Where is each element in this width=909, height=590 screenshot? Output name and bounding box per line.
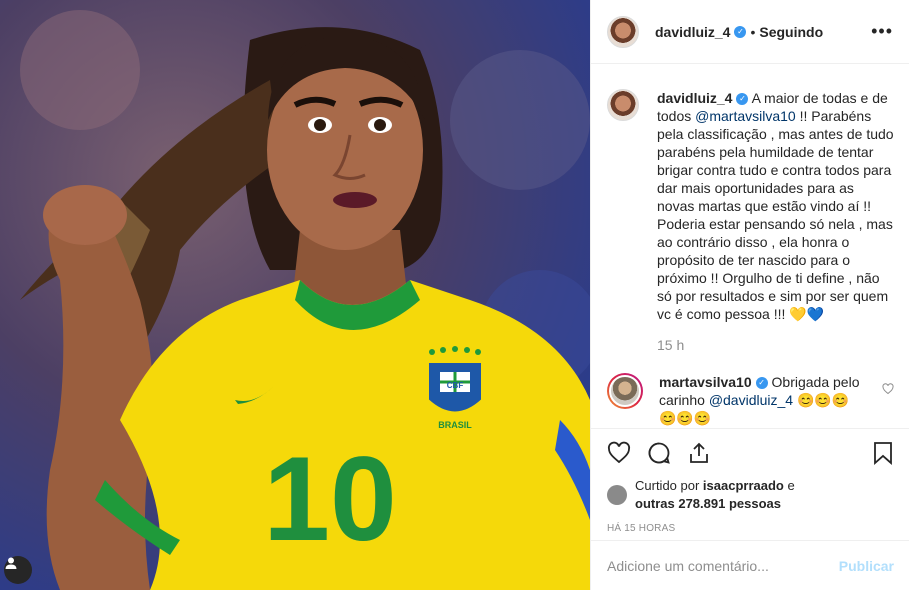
- comment-bubble-icon[interactable]: [647, 441, 671, 465]
- publish-button[interactable]: Publicar: [839, 558, 894, 574]
- caption-comment: davidluiz_4 ✓ A maior de todas e de todos…: [607, 89, 894, 323]
- bookmark-icon[interactable]: [872, 441, 894, 465]
- reply-mention-link[interactable]: @davidluiz_4: [709, 392, 793, 408]
- caption-mention-link[interactable]: @martavsilva10: [695, 108, 796, 124]
- separator-dot: •: [750, 23, 756, 40]
- ellipsis-icon[interactable]: •••: [871, 21, 893, 42]
- post-details-panel: davidluiz_4 ✓ • Seguindo ••• davidluiz_4…: [590, 0, 909, 590]
- crest-text: CBF: [447, 381, 464, 390]
- reply-username[interactable]: martavsilva10: [659, 374, 752, 390]
- likes-summary: Curtido por isaacprraado e outras 278.89…: [607, 477, 894, 513]
- post-photo[interactable]: CBF BRASIL 10: [0, 0, 590, 590]
- caption-text-2: !! Parabéns pela classificação , mas ant…: [657, 108, 894, 322]
- comments-section[interactable]: davidluiz_4 ✓ A maior de todas e de todos…: [591, 65, 909, 427]
- likes-middle: e: [783, 478, 795, 493]
- reply-avatar[interactable]: [607, 373, 643, 409]
- verified-badge-icon: ✓: [755, 377, 768, 390]
- post-time-ago[interactable]: HÁ 15 HORAS: [607, 523, 894, 534]
- verified-badge-icon: ✓: [736, 93, 749, 106]
- like-heart-icon[interactable]: [607, 441, 631, 465]
- share-icon[interactable]: [687, 441, 711, 465]
- likes-others-link[interactable]: outras 278.891 pessoas: [635, 496, 781, 511]
- likes-text: Curtido por isaacprraado e outras 278.89…: [635, 477, 795, 513]
- verified-badge-icon: ✓: [734, 25, 747, 38]
- add-comment-bar: Publicar: [591, 540, 909, 590]
- tagged-user-icon[interactable]: [4, 556, 32, 584]
- reply-comment: martavsilva10 ✓ Obrigada pelo carinho @da…: [607, 373, 894, 427]
- crest-label: BRASIL: [438, 420, 472, 430]
- person-icon: [5, 557, 17, 569]
- player-illustration: CBF BRASIL 10: [0, 0, 590, 590]
- comment-input[interactable]: [607, 557, 831, 574]
- post-header: davidluiz_4 ✓ • Seguindo •••: [591, 0, 909, 64]
- following-button[interactable]: Seguindo: [759, 24, 823, 40]
- jersey-number: 10: [263, 432, 396, 566]
- liker-username[interactable]: isaacprraado: [703, 478, 784, 493]
- caption-body: davidluiz_4 ✓ A maior de todas e de todos…: [657, 89, 894, 323]
- action-icons: [607, 439, 894, 467]
- author-avatar[interactable]: [607, 15, 639, 48]
- caption-username[interactable]: davidluiz_4: [657, 90, 732, 106]
- like-comment-heart-icon[interactable]: [882, 383, 894, 398]
- caption-timestamp[interactable]: 15 h: [657, 337, 894, 353]
- caption-avatar[interactable]: [607, 89, 639, 121]
- post-actions: Curtido por isaacprraado e outras 278.89…: [591, 428, 909, 534]
- likes-prefix: Curtido por: [635, 478, 703, 493]
- reply-body: martavsilva10 ✓ Obrigada pelo carinho @da…: [659, 373, 869, 427]
- author-username[interactable]: davidluiz_4: [655, 24, 730, 40]
- liker-avatar[interactable]: [607, 485, 627, 505]
